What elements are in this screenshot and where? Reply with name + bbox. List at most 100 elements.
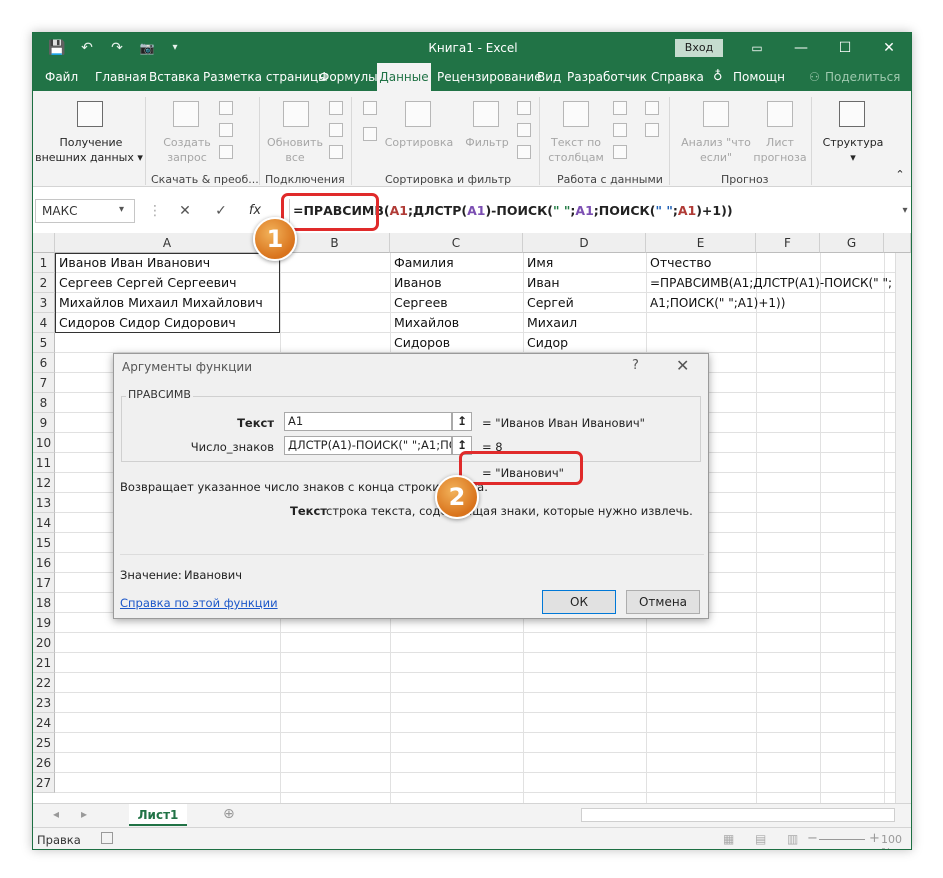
enter-icon[interactable]: ✓: [211, 199, 231, 223]
consolidate-icon[interactable]: [645, 101, 659, 115]
arg-num-chars-input[interactable]: ДЛСТР(A1)-ПОИСК(" ";A1;ПОИС: [284, 436, 452, 455]
cell-a1[interactable]: Иванов Иван Иванович: [55, 253, 210, 273]
row-header[interactable]: 1: [33, 253, 55, 273]
column-header[interactable]: [884, 233, 911, 253]
row-header[interactable]: 6: [33, 353, 55, 373]
create-query-label-2[interactable]: запрос: [157, 150, 217, 165]
text-to-columns-label-2[interactable]: столбцам: [545, 150, 607, 165]
filter-icon[interactable]: [473, 101, 499, 127]
column-header[interactable]: A: [55, 233, 280, 253]
forecast-sheet-icon[interactable]: [767, 101, 793, 127]
arg-text-input[interactable]: A1: [284, 412, 452, 431]
flash-fill-icon[interactable]: [613, 101, 627, 115]
maximize-button[interactable]: ☐: [823, 33, 867, 63]
user-icon[interactable]: ⚇: [809, 63, 820, 91]
column-header[interactable]: D: [523, 233, 646, 253]
remove-duplicates-icon[interactable]: [613, 123, 627, 137]
recent-sources-icon[interactable]: [219, 145, 233, 159]
cell-c4[interactable]: Михайлов: [390, 313, 459, 333]
what-if-analysis-icon[interactable]: [703, 101, 729, 127]
forecast-sheet-label-2[interactable]: прогноза: [753, 150, 807, 165]
sort-icon[interactable]: [405, 101, 431, 127]
relationships-icon[interactable]: [645, 123, 659, 137]
help-icon[interactable]: ?: [632, 358, 639, 373]
row-header[interactable]: 23: [33, 693, 55, 713]
zoom-level[interactable]: 100 %: [881, 833, 911, 849]
tab-formulas[interactable]: Формулы: [319, 63, 378, 91]
data-validation-icon[interactable]: [613, 145, 627, 159]
save-icon[interactable]: 💾: [47, 33, 67, 63]
row-header[interactable]: 24: [33, 713, 55, 733]
forecast-sheet-label[interactable]: Лист: [753, 135, 807, 150]
row-header[interactable]: 4: [33, 313, 55, 333]
from-table-icon[interactable]: [219, 123, 233, 137]
zoom-in-icon[interactable]: +: [869, 831, 880, 846]
cancel-icon[interactable]: ✕: [175, 199, 195, 223]
column-header[interactable]: C: [390, 233, 523, 253]
sort-az-icon[interactable]: [363, 101, 377, 115]
tab-page-layout[interactable]: Разметка страницы: [203, 63, 328, 91]
row-header[interactable]: 12: [33, 473, 55, 493]
row-header[interactable]: 5: [33, 333, 55, 353]
row-header[interactable]: 8: [33, 393, 55, 413]
tell-me-search[interactable]: Помощн: [733, 63, 785, 91]
column-header[interactable]: G: [820, 233, 884, 253]
outline-icon[interactable]: [839, 101, 865, 127]
row-header[interactable]: 3: [33, 293, 55, 313]
refresh-all-label-2[interactable]: все: [263, 150, 327, 165]
chevron-down-icon[interactable]: ▾: [119, 199, 124, 221]
zoom-slider[interactable]: [819, 839, 865, 840]
get-external-data-label-2[interactable]: внешних данных ▾: [33, 150, 145, 165]
sort-za-icon[interactable]: [363, 127, 377, 141]
select-all[interactable]: [33, 233, 55, 253]
row-header[interactable]: 20: [33, 633, 55, 653]
expand-formula-icon[interactable]: ▾: [895, 199, 911, 223]
camera-icon[interactable]: 📷: [137, 33, 157, 63]
minimize-button[interactable]: —: [779, 33, 823, 63]
edit-links-icon[interactable]: [329, 145, 343, 159]
row-header[interactable]: 25: [33, 733, 55, 753]
ribbon-display-icon[interactable]: ▭: [735, 33, 779, 63]
create-query-icon[interactable]: [173, 101, 199, 127]
close-button[interactable]: ✕: [867, 33, 911, 63]
lightbulb-icon[interactable]: ♁: [713, 63, 723, 91]
cell-e1[interactable]: Отчество: [646, 253, 711, 273]
cell-d2[interactable]: Иван: [523, 273, 560, 293]
redo-icon[interactable]: ↷: [107, 33, 127, 63]
tab-review[interactable]: Рецензирование: [437, 63, 542, 91]
cancel-button[interactable]: Отмена: [626, 590, 700, 614]
cell-e2-editing[interactable]: =ПРАВСИМВ(A1;ДЛСТР(A1)-ПОИСК(" ";: [646, 273, 894, 293]
get-external-data-icon[interactable]: [77, 101, 103, 127]
row-header[interactable]: 10: [33, 433, 55, 453]
get-external-data-label[interactable]: Получение: [49, 135, 133, 150]
vertical-scrollbar[interactable]: [895, 253, 911, 803]
cell-a4[interactable]: Сидоров Сидор Сидорович: [55, 313, 236, 333]
tab-insert[interactable]: Вставка: [149, 63, 200, 91]
page-layout-view-icon[interactable]: ▤: [755, 832, 766, 846]
what-if-label[interactable]: Анализ "что: [677, 135, 755, 150]
collapse-dialog-icon[interactable]: ↥: [452, 412, 472, 431]
collapse-ribbon-icon[interactable]: ⌃: [893, 167, 907, 182]
row-header[interactable]: 11: [33, 453, 55, 473]
row-header[interactable]: 27: [33, 773, 55, 793]
zoom-out-icon[interactable]: −: [807, 831, 818, 846]
row-header[interactable]: 7: [33, 373, 55, 393]
row-header[interactable]: 14: [33, 513, 55, 533]
sign-in-button[interactable]: Вход: [675, 39, 723, 57]
help-link[interactable]: Справка по этой функции: [120, 596, 278, 610]
cell-d4[interactable]: Михаил: [523, 313, 577, 333]
properties-icon[interactable]: [329, 123, 343, 137]
cell-c5[interactable]: Сидоров: [390, 333, 450, 353]
cell-c3[interactable]: Сергеев: [390, 293, 448, 313]
cell-d3[interactable]: Сергей: [523, 293, 574, 313]
cell-e2-editing-wrap[interactable]: A1;ПОИСК(" ";A1)+1)): [646, 293, 785, 313]
row-header[interactable]: 2: [33, 273, 55, 293]
row-header[interactable]: 18: [33, 593, 55, 613]
show-queries-icon[interactable]: [219, 101, 233, 115]
row-header[interactable]: 13: [33, 493, 55, 513]
scroll-right-icon[interactable]: ▸: [81, 807, 87, 821]
share-button[interactable]: Поделиться: [825, 63, 900, 91]
cell-d5[interactable]: Сидор: [523, 333, 568, 353]
ok-button[interactable]: ОК: [542, 590, 616, 614]
cell-a3[interactable]: Михайлов Михаил Михайлович: [55, 293, 263, 313]
